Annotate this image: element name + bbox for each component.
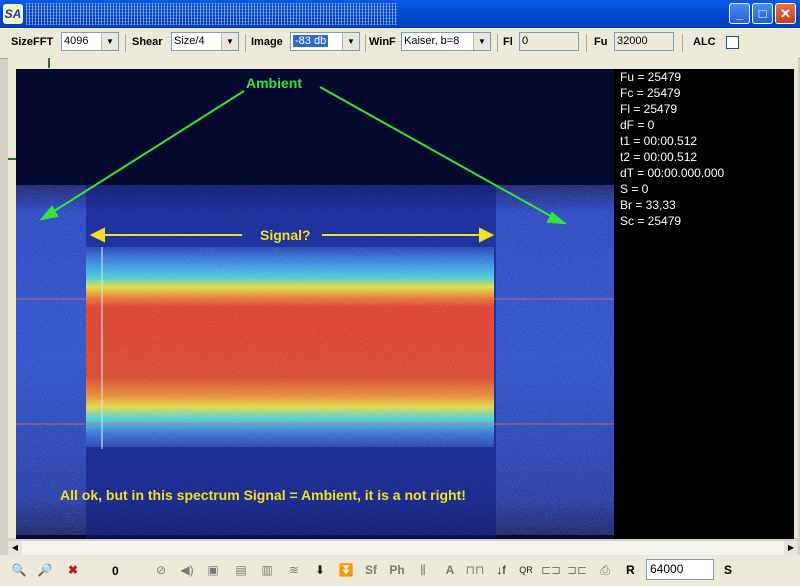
scroll-right-icon[interactable]: ▶ — [784, 541, 798, 555]
s-label[interactable]: S — [724, 563, 732, 577]
bars-icon[interactable]: ⊏⊐ — [540, 559, 562, 581]
bottom-toolbar: 🔍 🔎 ✖ 0 ⊘ ◀) ▣ ▤ ▥ ≋ ⬇ ⏬ Sf Ph ⫼ A ⊓⊓ ↓f… — [0, 555, 800, 586]
printer-icon[interactable]: ⎙ — [594, 559, 616, 581]
freq-marker-icon — [8, 158, 16, 160]
readout-fc: Fc = 25479 — [620, 86, 681, 100]
pulse-icon[interactable]: ⊓⊓ — [464, 559, 486, 581]
delete-icon[interactable]: ✖ — [62, 559, 84, 581]
ph-icon[interactable]: Ph — [386, 559, 408, 581]
signal-annotation: Signal? — [260, 227, 311, 243]
rate-input[interactable]: 64000 — [646, 559, 714, 580]
counter-value: 0 — [112, 564, 119, 578]
alc-checkbox[interactable] — [726, 36, 739, 49]
chevron-down-icon: ▼ — [221, 33, 238, 50]
close-button[interactable]: ✕ — [775, 3, 796, 24]
frame-icon[interactable]: ▣ — [202, 559, 224, 581]
fu-field[interactable]: 32000 — [614, 32, 674, 51]
sf-icon[interactable]: Sf — [360, 559, 382, 581]
winf-value: Kaiser, b=8 — [404, 35, 460, 47]
minimize-button[interactable]: _ — [729, 3, 750, 24]
spectrogram-image — [16, 69, 614, 539]
title-bar: SA _ □ ✕ — [0, 0, 800, 28]
chevron-down-icon: ▼ — [101, 33, 118, 50]
page-icon[interactable]: ▥ — [256, 559, 278, 581]
spectrogram[interactable]: Ambient Signal? All ok, but in this spec… — [16, 69, 614, 539]
readout-dt: dT = 00:00.000.000 — [620, 166, 725, 180]
spectrum-caption: All ok, but in this spectrum Signal = Am… — [60, 487, 466, 503]
chevron-down-icon: ▼ — [342, 33, 359, 50]
image-select[interactable]: -83 db ▼ — [290, 32, 360, 51]
time-marker-icon — [48, 58, 50, 68]
shear-select[interactable]: Size/4 ▼ — [171, 32, 239, 51]
freq-shift-icon[interactable]: ↓f — [490, 559, 512, 581]
filter-icon[interactable]: ⊐⊏ — [566, 559, 588, 581]
measurement-readout: Fu = 25479 Fc = 25479 Fl = 25479 dF = 0 … — [614, 69, 794, 539]
fl-field[interactable]: 0 — [519, 32, 579, 51]
sizefft-label: SizeFFT — [11, 36, 54, 48]
readout-br: Br = 33,33 — [620, 198, 676, 212]
readout-df: dF = 0 — [620, 118, 655, 132]
zoom-in-icon[interactable]: 🔍 — [8, 559, 30, 581]
divider — [497, 34, 498, 52]
fl-label: Fl — [503, 36, 513, 48]
spectrum-view-icon[interactable]: ▤ — [230, 559, 252, 581]
shear-label: Shear — [132, 36, 163, 48]
fu-label: Fu — [594, 36, 608, 48]
divider — [125, 34, 126, 52]
scroll-left-icon[interactable]: ◀ — [8, 541, 22, 555]
readout-t2: t2 = 00:00.512 — [620, 150, 698, 164]
divider — [682, 34, 683, 52]
amplitude-icon[interactable]: A — [439, 559, 461, 581]
horizontal-scrollbar[interactable]: ◀ ▶ — [8, 540, 798, 555]
winf-select[interactable]: Kaiser, b=8 ▼ — [401, 32, 491, 51]
readout-sc: Sc = 25479 — [620, 214, 682, 228]
sizefft-value: 4096 — [64, 35, 89, 47]
shear-value: Size/4 — [174, 35, 205, 47]
r-label: R — [626, 563, 635, 577]
arrow-down-icon[interactable]: ⬇ — [309, 559, 331, 581]
antenna-icon[interactable]: ⏬ — [335, 559, 357, 581]
alc-label: ALC — [693, 36, 716, 48]
readout-s: S = 0 — [620, 182, 649, 196]
divider — [245, 34, 246, 52]
speaker-icon[interactable]: ◀) — [176, 559, 198, 581]
sizefft-select[interactable]: 4096 ▼ — [61, 32, 119, 51]
waterfall-icon[interactable]: ≋ — [283, 559, 305, 581]
chevron-down-icon: ▼ — [473, 33, 490, 50]
toolbar: SizeFFT 4096 ▼ Shear Size/4 ▼ Image -83 … — [0, 28, 800, 59]
ambient-annotation: Ambient — [246, 75, 302, 91]
divider — [586, 34, 587, 52]
maximize-button[interactable]: □ — [752, 3, 773, 24]
image-label: Image — [251, 36, 283, 48]
zoom-out-icon[interactable]: 🔎 — [34, 559, 56, 581]
stop-icon[interactable]: ⊘ — [150, 559, 172, 581]
winf-label: WinF — [369, 36, 396, 48]
title-text-noise — [26, 3, 398, 25]
qr-icon[interactable]: QR — [515, 559, 537, 581]
comb-icon[interactable]: ⫼ — [412, 559, 434, 581]
readout-fu: Fu = 25479 — [620, 70, 682, 84]
divider — [365, 34, 366, 52]
app-logo-icon: SA — [3, 4, 23, 24]
image-value: -83 db — [293, 35, 329, 47]
readout-t1: t1 = 00:00.512 — [620, 134, 698, 148]
readout-fl: Fl = 25479 — [620, 102, 678, 116]
